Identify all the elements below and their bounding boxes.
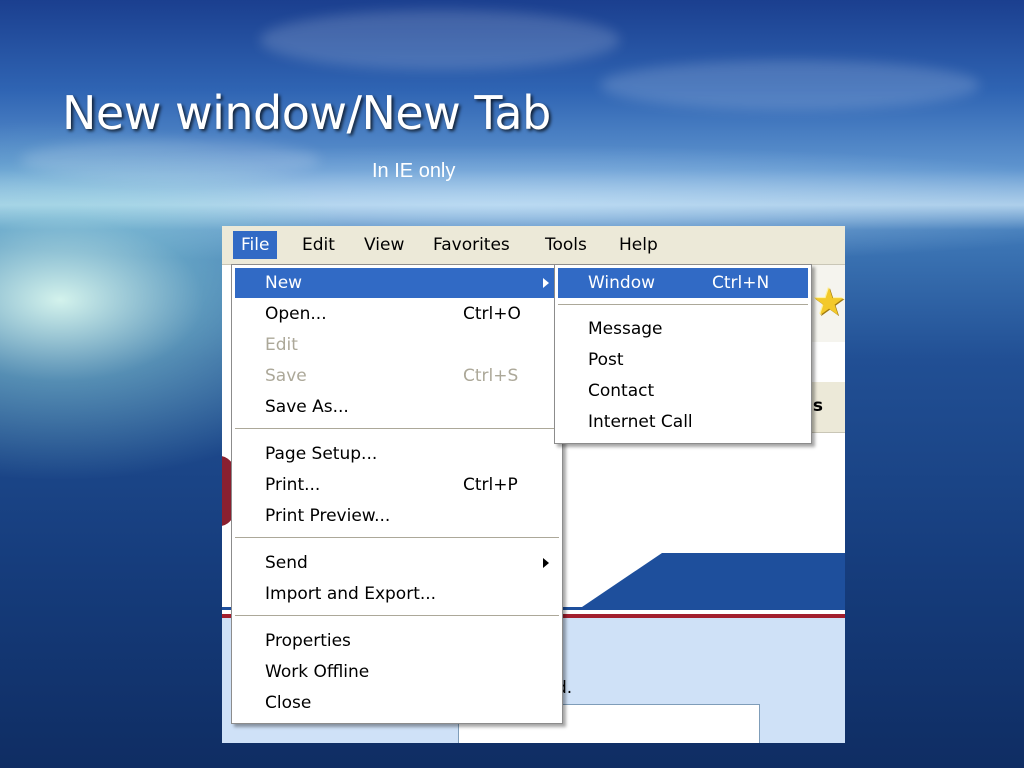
- menu-item-label: Window: [588, 273, 656, 293]
- menu-favorites[interactable]: Favorites: [425, 231, 518, 259]
- file-menu-save[interactable]: Save Ctrl+S: [235, 361, 559, 391]
- menu-item-shortcut: Ctrl+S: [463, 366, 519, 386]
- file-menu-properties[interactable]: Properties: [235, 626, 559, 656]
- menu-file[interactable]: File: [233, 231, 278, 259]
- cloud: [20, 140, 320, 180]
- menu-item-label: Properties: [265, 631, 351, 651]
- menu-view[interactable]: View: [356, 231, 412, 259]
- slide-subtitle: In IE only: [372, 160, 456, 182]
- cloud: [600, 60, 980, 110]
- slide-title: New window/New Tab: [62, 86, 551, 140]
- menu-separator: [558, 304, 808, 305]
- file-menu-page-setup[interactable]: Page Setup...: [235, 439, 559, 469]
- menu-item-shortcut: Ctrl+P: [463, 475, 518, 495]
- menu-item-label: Post: [588, 350, 624, 370]
- new-submenu-post[interactable]: Post: [558, 345, 808, 375]
- menu-separator: [235, 615, 559, 616]
- menu-item-label: Internet Call: [588, 412, 693, 432]
- file-menu-work-offline[interactable]: Work Offline: [235, 657, 559, 687]
- menu-item-label: Save: [265, 366, 307, 386]
- file-menu-print[interactable]: Print... Ctrl+P: [235, 470, 559, 500]
- menu-item-label: Edit: [265, 335, 298, 355]
- star-icon[interactable]: ★: [812, 282, 845, 322]
- menu-item-label: Print...: [265, 475, 321, 495]
- menu-item-shortcut: Ctrl+N: [712, 273, 770, 293]
- new-submenu-contact[interactable]: Contact: [558, 376, 808, 406]
- file-menu-send[interactable]: Send: [235, 548, 559, 578]
- menu-item-label: Print Preview...: [265, 506, 391, 526]
- page-banner: [582, 553, 845, 607]
- menu-edit[interactable]: Edit: [294, 231, 343, 259]
- browser-screenshot: ★ s User name: d. File Edit View Favorit…: [222, 226, 845, 743]
- menu-separator: [235, 537, 559, 538]
- menu-tools[interactable]: Tools: [537, 231, 595, 259]
- new-submenu-window[interactable]: Window Ctrl+N: [558, 268, 808, 298]
- new-submenu-internet-call[interactable]: Internet Call: [558, 407, 808, 437]
- file-menu-edit[interactable]: Edit: [235, 330, 559, 360]
- links-bar-partial-text: s: [812, 396, 823, 416]
- menu-item-label: New: [265, 273, 303, 293]
- menu-help[interactable]: Help: [611, 231, 666, 259]
- menu-item-label: Open...: [265, 304, 327, 324]
- file-menu: New Open... Ctrl+O Edit Save Ctrl+S Save…: [231, 264, 563, 724]
- file-menu-save-as[interactable]: Save As...: [235, 392, 559, 422]
- menu-item-label: Page Setup...: [265, 444, 378, 464]
- menu-item-shortcut: Ctrl+O: [463, 304, 521, 324]
- menu-item-label: Contact: [588, 381, 655, 401]
- new-submenu: Window Ctrl+N Message Post Contact Inter…: [554, 264, 812, 444]
- new-submenu-message[interactable]: Message: [558, 314, 808, 344]
- file-menu-import-export[interactable]: Import and Export...: [235, 579, 559, 609]
- file-menu-open[interactable]: Open... Ctrl+O: [235, 299, 559, 329]
- menu-separator: [235, 428, 559, 429]
- menu-item-label: Import and Export...: [265, 584, 437, 604]
- menu-item-label: Save As...: [265, 397, 349, 417]
- file-menu-new[interactable]: New: [235, 268, 559, 298]
- menu-item-label: Work Offline: [265, 662, 370, 682]
- file-menu-print-preview[interactable]: Print Preview...: [235, 501, 559, 531]
- chevron-right-icon: [543, 278, 549, 288]
- file-menu-close[interactable]: Close: [235, 688, 559, 718]
- cloud: [260, 10, 620, 70]
- chevron-right-icon: [543, 558, 549, 568]
- menu-item-label: Send: [265, 553, 308, 573]
- menu-item-label: Message: [588, 319, 663, 339]
- menu-bar: File Edit View Favorites Tools Help: [222, 226, 845, 265]
- menu-item-label: Close: [265, 693, 312, 713]
